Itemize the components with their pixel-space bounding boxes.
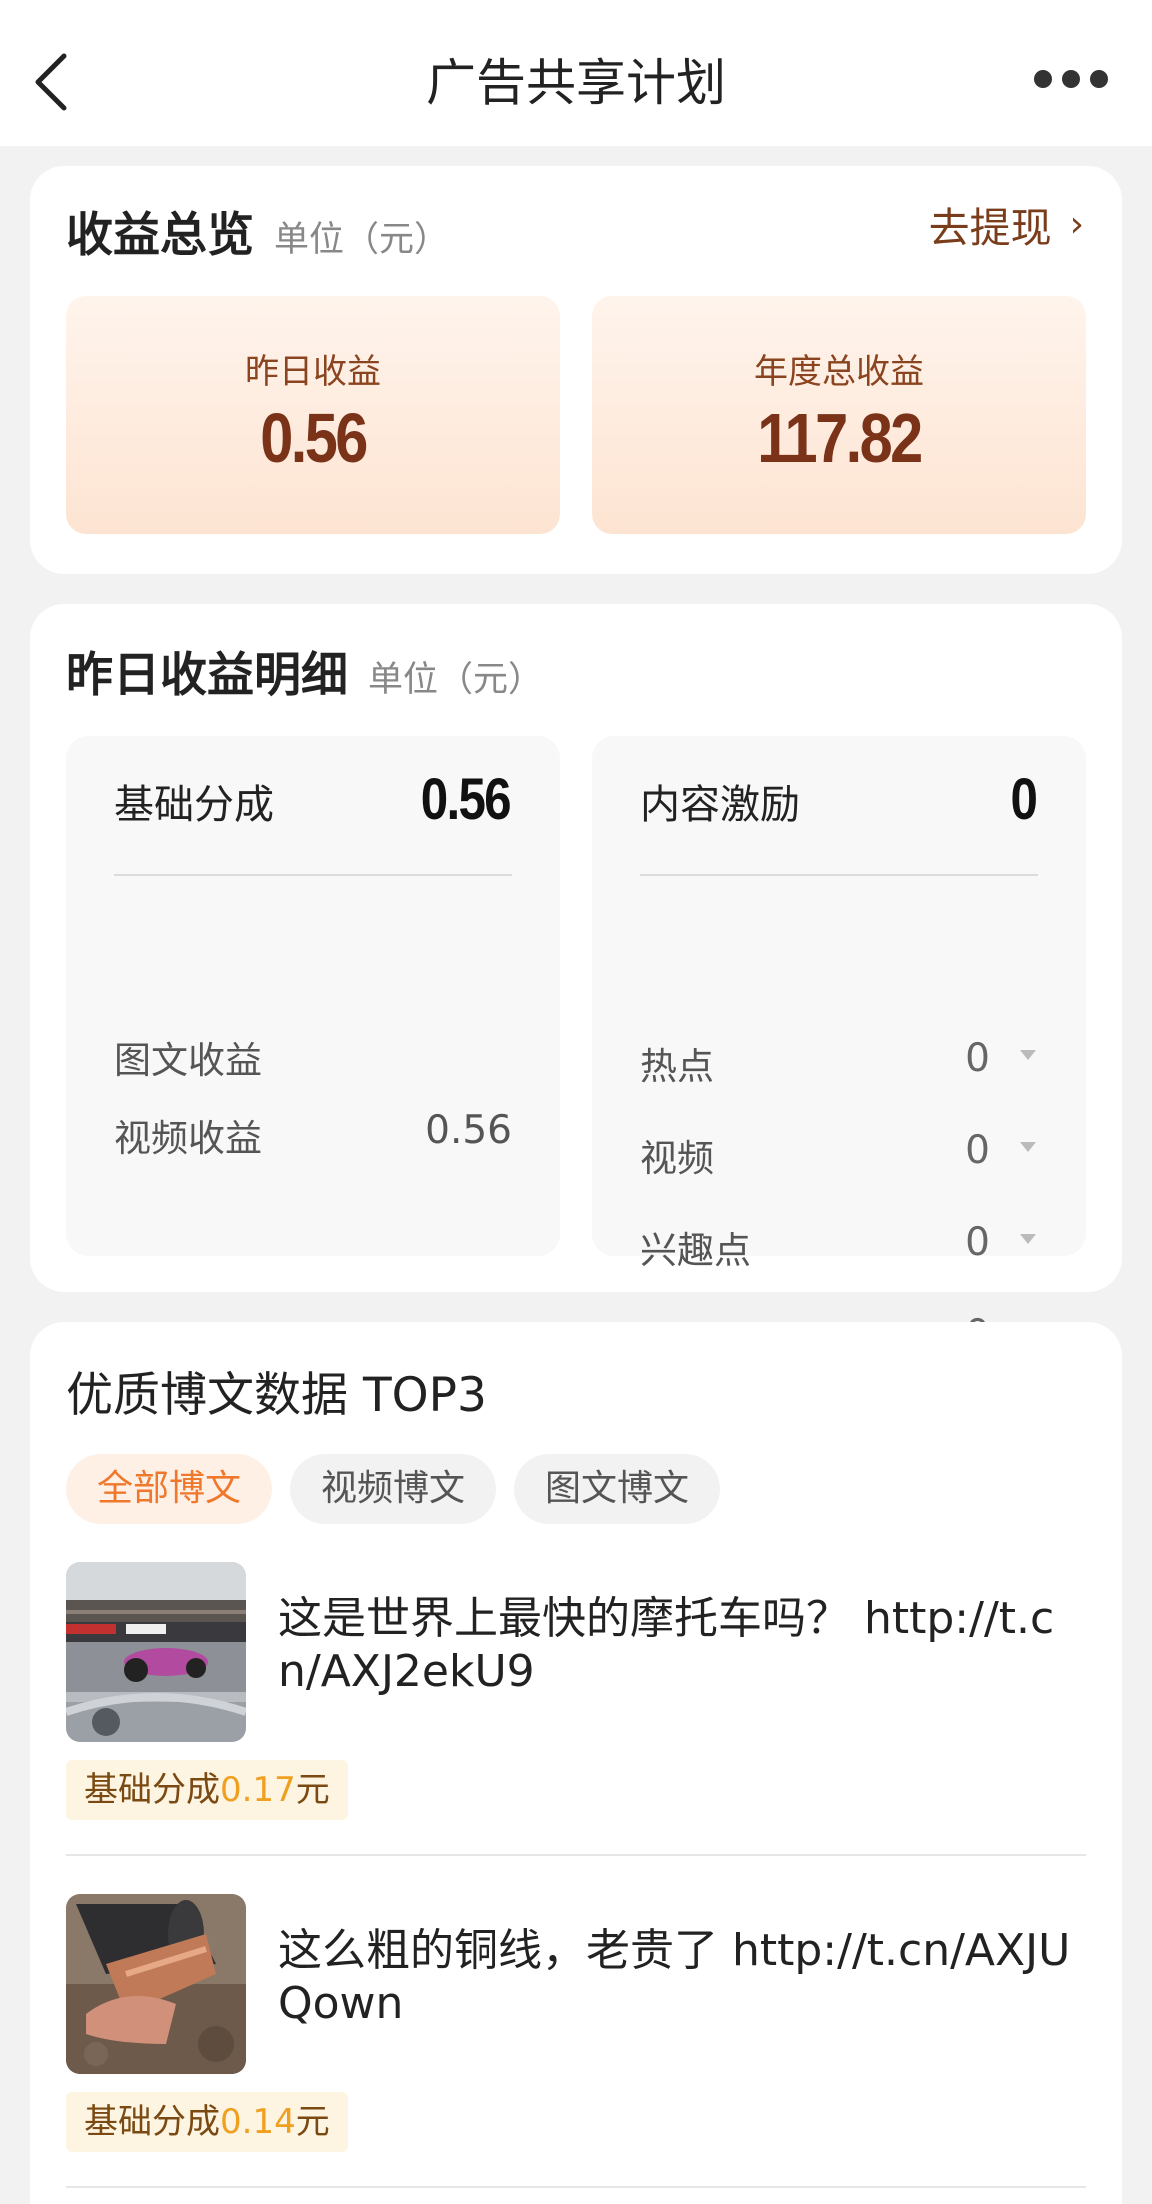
incentive-row-interest[interactable]: 兴趣点 0: [640, 1220, 1038, 1280]
detail-title: 昨日收益明细 单位（元）: [66, 636, 543, 705]
copper-wire-image: [66, 1894, 246, 2074]
base-share-label: 基础分成: [114, 782, 274, 828]
detail-title-text: 昨日收益明细: [66, 648, 348, 703]
base-row-video: 视频收益 0.56: [114, 1108, 512, 1168]
tag-unit: 元: [295, 1770, 330, 1810]
top-nav-bar: 广告共享计划: [0, 0, 1152, 146]
post-thumbnail[interactable]: [66, 1562, 246, 1742]
post-earning-tag: 基础分成0.14元: [66, 2092, 348, 2152]
tag-amount: 0.14: [220, 2102, 296, 2142]
yesterday-earnings-value: 0.56: [260, 399, 368, 477]
row-label: 视频收益: [114, 1117, 262, 1160]
post-thumbnail[interactable]: [66, 1894, 246, 2074]
incentive-row-video[interactable]: 视频 0: [640, 1128, 1038, 1188]
annual-earnings-box: 年度总收益 117.82: [592, 296, 1086, 534]
caret-down-icon[interactable]: [1020, 1142, 1036, 1152]
overview-title: 收益总览 单位（元）: [66, 196, 449, 265]
detail-unit: 单位（元）: [368, 660, 544, 700]
incentive-value: 0: [1010, 767, 1037, 832]
tag-unit: 元: [295, 2102, 330, 2142]
yesterday-detail-card: 昨日收益明细 单位（元） 基础分成 0.56 图文收益 视频收益 0.56 内容激…: [30, 604, 1122, 1364]
divider: [66, 1854, 1086, 1856]
chevron-right-icon: ›: [1069, 203, 1084, 245]
more-options-icon[interactable]: [1034, 68, 1108, 90]
row-label: 图文收益: [114, 1039, 262, 1082]
tag-amount: 0.17: [220, 1770, 296, 1810]
post-title-link[interactable]: 这么粗的铜线，老贵了 http://t.cn/AXJUQown: [278, 1924, 1078, 2030]
divider: [66, 2186, 1086, 2188]
tab-all-posts[interactable]: 全部博文: [66, 1454, 273, 1524]
annual-earnings-label: 年度总收益: [754, 352, 924, 392]
row-value: 0: [965, 1036, 990, 1081]
base-row-image-text: 图文收益: [114, 1030, 512, 1090]
tag-prefix: 基础分成: [84, 2102, 220, 2142]
overview-unit: 单位（元）: [274, 220, 450, 260]
base-share-value: 0.56: [420, 767, 512, 832]
annual-earnings-value: 117.82: [757, 399, 923, 477]
yesterday-earnings-box: 昨日收益 0.56: [66, 296, 560, 534]
tab-image-text-posts[interactable]: 图文博文: [514, 1454, 721, 1524]
page-title: 广告共享计划: [426, 54, 726, 112]
base-share-box: 基础分成 0.56 图文收益 视频收益 0.56: [66, 736, 560, 1256]
post-item[interactable]: 这是世界上最快的摩托车吗？ http://t.cn/AXJ2ekU9 基础分成0…: [66, 1562, 1086, 1862]
withdraw-button[interactable]: 去提现 ›: [929, 194, 1084, 254]
content-incentive-box: 内容激励 0 热点 0 视频 0 兴趣点 0 垂类 0: [592, 736, 1086, 1364]
earnings-overview-card: 收益总览 单位（元） 去提现 › 昨日收益 0.56 年度总收益 117.82: [30, 166, 1122, 574]
caret-down-icon[interactable]: [1020, 1050, 1036, 1060]
post-title-link[interactable]: 这是世界上最快的摩托车吗？ http://t.cn/AXJ2ekU9: [278, 1592, 1078, 1698]
motorcycle-race-image: [66, 1562, 246, 1742]
overview-title-text: 收益总览: [66, 208, 254, 263]
yesterday-earnings-label: 昨日收益: [245, 352, 381, 392]
divider: [640, 874, 1038, 876]
caret-down-icon[interactable]: [1020, 1234, 1036, 1244]
row-label: 兴趣点: [640, 1229, 751, 1272]
top3-title: 优质博文数据 TOP3: [66, 1368, 487, 1423]
tab-video-posts[interactable]: 视频博文: [290, 1454, 497, 1524]
post-filter-tabs: 全部博文 视频博文 图文博文: [66, 1454, 721, 1524]
tag-prefix: 基础分成: [84, 1770, 220, 1810]
row-label: 视频: [640, 1137, 714, 1180]
row-value: 0: [965, 1128, 990, 1173]
top3-posts-card: 优质博文数据 TOP3 全部博文 视频博文 图文博文 这是世界上最快的摩托车吗？…: [30, 1322, 1122, 2204]
incentive-row-hot[interactable]: 热点 0: [640, 1036, 1038, 1096]
post-earning-tag: 基础分成0.17元: [66, 1760, 348, 1820]
divider: [114, 874, 512, 876]
incentive-label: 内容激励: [640, 782, 800, 828]
withdraw-label: 去提现: [928, 204, 1052, 252]
post-item[interactable]: 这么粗的铜线，老贵了 http://t.cn/AXJUQown 基础分成0.14…: [66, 1894, 1086, 2194]
row-label: 热点: [640, 1045, 714, 1088]
row-value: 0: [965, 1220, 990, 1265]
row-value: 0.56: [425, 1108, 512, 1153]
